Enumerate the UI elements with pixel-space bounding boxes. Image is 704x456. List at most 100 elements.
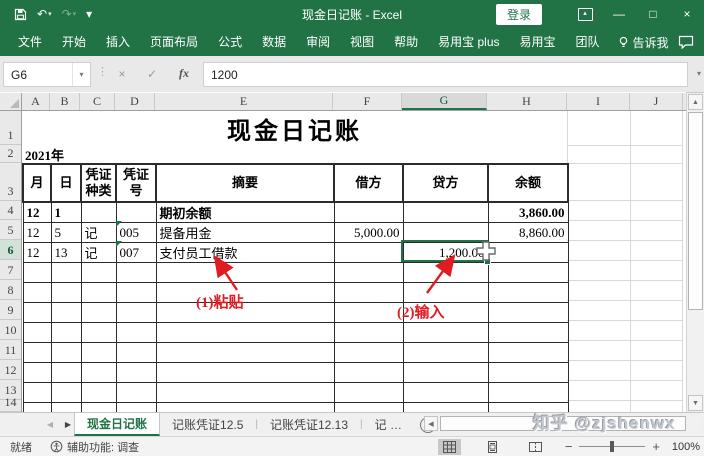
redo-button[interactable]: ↷▾ — [62, 8, 77, 20]
row-header-2[interactable]: 2 — [0, 145, 21, 163]
save-icon[interactable] — [14, 8, 27, 21]
formula-bar-splitter[interactable]: ⋮ — [97, 65, 108, 78]
accessibility-status[interactable]: 辅助功能: 调查 — [50, 439, 139, 455]
formula-bar-expand-icon[interactable]: ▾ — [697, 69, 701, 78]
name-box[interactable]: G6 ▾ — [3, 62, 91, 87]
ribbon-tab-file[interactable]: 文件 — [8, 28, 52, 56]
column-header-a[interactable]: A — [22, 93, 50, 110]
page-break-preview-button[interactable] — [524, 439, 547, 455]
column-header-d[interactable]: D — [115, 93, 155, 110]
scroll-down-button[interactable]: ▼ — [688, 395, 703, 411]
cell-f6[interactable] — [334, 243, 403, 263]
row-header-14[interactable]: 14 — [0, 400, 21, 412]
column-header-b[interactable]: B — [50, 93, 80, 110]
close-button[interactable]: × — [670, 0, 704, 28]
empty-cell[interactable] — [23, 283, 51, 303]
cell-d5[interactable]: 005 — [116, 223, 156, 243]
header-voucher-no[interactable]: 凭证号 — [116, 164, 156, 202]
ribbon-tab-page-layout[interactable]: 页面布局 — [140, 28, 208, 56]
normal-view-button[interactable] — [438, 439, 461, 455]
ribbon-tab-insert[interactable]: 插入 — [96, 28, 140, 56]
cancel-entry-button[interactable]: × — [110, 62, 134, 85]
select-all-button[interactable] — [0, 93, 22, 110]
empty-cell[interactable] — [23, 303, 51, 323]
confirm-entry-button[interactable]: ✓ — [140, 62, 164, 85]
zoom-slider[interactable] — [579, 446, 645, 447]
ribbon-tab-home[interactable]: 开始 — [52, 28, 96, 56]
sheet-nav-right-icon[interactable]: ▶ — [62, 420, 74, 429]
empty-cell[interactable] — [23, 383, 51, 403]
column-header-f[interactable]: F — [333, 93, 402, 110]
row-header-9[interactable]: 9 — [0, 300, 21, 320]
scroll-up-button[interactable]: ▲ — [688, 94, 703, 110]
row-header-4[interactable]: 4 — [0, 201, 21, 220]
active-cell-outline[interactable] — [401, 240, 488, 262]
header-summary[interactable]: 摘要 — [156, 164, 334, 202]
ribbon-display-options-button[interactable]: ▴ — [568, 0, 602, 28]
ribbon-tab-yiyongbao-plus[interactable]: 易用宝 plus — [428, 28, 509, 56]
row-header-11[interactable]: 11 — [0, 340, 21, 360]
cell-c4[interactable] — [81, 202, 116, 223]
fill-handle[interactable] — [484, 258, 491, 265]
tell-me-box[interactable]: 告诉我 — [610, 34, 677, 51]
column-header-h[interactable]: H — [487, 93, 567, 110]
column-header-e[interactable]: E — [155, 93, 333, 110]
cell-b6[interactable]: 13 — [51, 243, 81, 263]
vertical-scrollbar-thumb[interactable] — [688, 112, 703, 310]
zoom-slider-thumb[interactable] — [610, 441, 614, 452]
sheet-tab-voucher-12-5[interactable]: 记账凭证12.5 — [160, 413, 255, 436]
ribbon-tab-team[interactable]: 团队 — [566, 28, 610, 56]
ribbon-tab-yiyongbao[interactable]: 易用宝 — [510, 28, 566, 56]
ribbon-tab-formulas[interactable]: 公式 — [208, 28, 252, 56]
header-credit[interactable]: 贷方 — [403, 164, 488, 202]
row-header-8[interactable]: 8 — [0, 280, 21, 300]
zoom-out-button[interactable]: − — [565, 439, 573, 454]
column-header-g-selected[interactable]: G — [402, 93, 487, 110]
page-layout-view-button[interactable] — [481, 439, 504, 455]
ribbon-tab-review[interactable]: 审阅 — [296, 28, 340, 56]
empty-cell[interactable] — [23, 343, 51, 363]
header-balance[interactable]: 余额 — [488, 164, 568, 202]
ribbon-tab-help[interactable]: 帮助 — [384, 28, 428, 56]
sheet-tab-active[interactable]: 现金日记账 — [74, 413, 160, 436]
row-header-3[interactable]: 3 — [0, 163, 21, 201]
sign-in-button[interactable]: 登录 — [496, 4, 542, 25]
cell-e5[interactable]: 提备用金 — [156, 223, 334, 243]
cell-b5[interactable]: 5 — [51, 223, 81, 243]
header-voucher-type[interactable]: 凭证种类 — [81, 164, 116, 202]
zoom-level-label[interactable]: 100% — [664, 441, 700, 453]
cell-a4[interactable]: 12 — [23, 202, 51, 223]
row-header-1[interactable]: 1 — [0, 111, 21, 145]
sheet-tab-voucher-12-13[interactable]: 记账凭证12.13 — [258, 413, 360, 436]
header-debit[interactable]: 借方 — [334, 164, 403, 202]
cell-e4[interactable]: 期初余额 — [156, 202, 334, 223]
empty-cell[interactable] — [23, 363, 51, 383]
sheet-title-cell[interactable]: 现金日记账 — [22, 111, 567, 145]
cell-f4[interactable] — [334, 202, 403, 223]
sheet-nav-left-icon[interactable]: ◀ — [44, 420, 56, 429]
header-day[interactable]: 日 — [51, 164, 81, 202]
insert-function-button[interactable]: fx — [172, 62, 196, 85]
customize-qat-button[interactable]: ▾ — [86, 8, 100, 20]
feedback-chat-icon[interactable] — [678, 35, 694, 52]
row-header-5[interactable]: 5 — [0, 220, 21, 240]
maximize-button[interactable]: □ — [636, 0, 670, 28]
formula-input[interactable]: 1200 — [203, 62, 688, 87]
name-box-dropdown-icon[interactable]: ▾ — [72, 63, 90, 86]
row-header-10[interactable]: 10 — [0, 320, 21, 340]
cell-h5[interactable]: 8,860.00 — [488, 223, 568, 243]
scroll-left-button[interactable]: ◀ — [424, 416, 438, 431]
cell-h4[interactable]: 3,860.00 — [488, 202, 568, 223]
column-header-j[interactable]: J — [630, 93, 683, 110]
cell-e6[interactable]: 支付员工借款 — [156, 243, 334, 263]
cell-c5[interactable]: 记 — [81, 223, 116, 243]
zoom-in-button[interactable]: + — [652, 439, 660, 454]
undo-button[interactable]: ↶▾ — [37, 8, 52, 20]
header-month[interactable]: 月 — [23, 164, 51, 202]
empty-cell[interactable] — [23, 323, 51, 343]
cell-g4[interactable] — [403, 202, 488, 223]
cell-c6[interactable]: 记 — [81, 243, 116, 263]
vertical-scrollbar[interactable]: ▲ ▼ — [686, 93, 704, 412]
cell-a6[interactable]: 12 — [23, 243, 51, 263]
cell-h6[interactable] — [488, 243, 568, 263]
